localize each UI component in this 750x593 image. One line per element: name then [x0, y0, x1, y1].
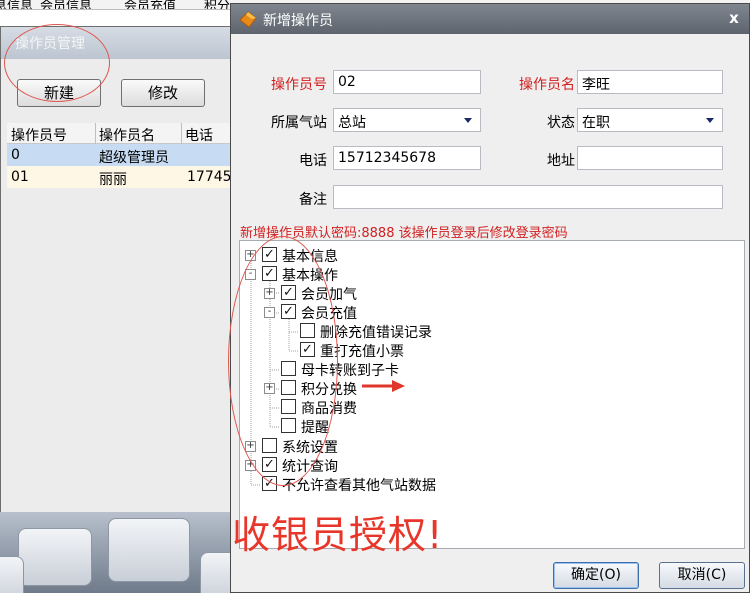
close-icon[interactable]: x [725, 9, 743, 27]
annotation-cashier-authorization: 收银员授权! [232, 513, 444, 557]
operator-manager-window: 操作员管理 新建 修改 操作员号 操作员名 电话 0 超级管理员 01 丽丽 1… [0, 26, 240, 516]
cancel-button[interactable]: 取消(C) [659, 562, 745, 589]
column-phone[interactable]: 电话 [185, 125, 213, 145]
status-select[interactable]: 在职 [577, 108, 723, 132]
phone-input[interactable]: 15712345678 [333, 146, 481, 170]
operator-no-input[interactable]: 02 [333, 70, 481, 94]
table-row[interactable]: 01 丽丽 177456 [7, 166, 239, 188]
ok-button[interactable]: 确定(O) [553, 562, 639, 589]
keyboard-key [200, 552, 232, 593]
keyboard-key [108, 518, 190, 582]
table-row[interactable]: 0 超级管理员 [7, 144, 239, 166]
edit-operator-button[interactable]: 修改 [121, 79, 205, 107]
menu-item-info[interactable]: 息信息 [0, 0, 33, 9]
menu-item-member-recharge[interactable]: 会员充值 [124, 0, 176, 9]
status-select-value: 在职 [582, 115, 610, 131]
row-name: 超级管理员 [99, 150, 169, 166]
operator-table: 操作员号 操作员名 电话 0 超级管理员 01 丽丽 177456 [7, 123, 239, 188]
row-id: 0 [11, 147, 20, 163]
app-icon [239, 11, 257, 28]
tree-node-label: 不允许查看其他气站数据 [282, 478, 436, 494]
operator-no-label: 操作员号 [271, 77, 327, 93]
annotation-circle-new-button [4, 24, 110, 102]
column-operator-name[interactable]: 操作员名 [99, 125, 155, 145]
keyboard-key [0, 556, 24, 593]
row-id: 01 [11, 169, 29, 185]
annotation-arrow-icon [362, 380, 405, 392]
annotation-circle-tree [228, 236, 338, 486]
chevron-down-icon [706, 118, 714, 123]
dialog-title: 新增操作员 [263, 13, 333, 29]
remark-label: 备注 [299, 192, 327, 208]
station-select-value: 总站 [338, 115, 366, 131]
menu-item-member-info[interactable]: 会员信息 [40, 0, 92, 9]
operator-table-header: 操作员号 操作员名 电话 [7, 123, 239, 145]
operator-name-input[interactable]: 李旺 [577, 70, 723, 94]
operator-name-label: 操作员名 [519, 77, 575, 93]
address-input[interactable] [577, 146, 723, 170]
station-select[interactable]: 总站 [333, 108, 481, 132]
column-operator-no[interactable]: 操作员号 [11, 125, 67, 145]
station-label: 所属气站 [271, 115, 327, 131]
remark-input[interactable] [333, 185, 723, 209]
row-name: 丽丽 [99, 172, 127, 188]
dialog-titlebar: 新增操作员 x [231, 4, 749, 34]
keyboard-background [0, 512, 232, 593]
chevron-down-icon [464, 118, 472, 123]
keyboard-key [18, 528, 92, 586]
phone-label: 电话 [299, 153, 327, 169]
status-label: 状态 [547, 115, 575, 131]
address-label: 地址 [547, 153, 575, 169]
menu-item-points[interactable]: 积分 [204, 0, 230, 9]
